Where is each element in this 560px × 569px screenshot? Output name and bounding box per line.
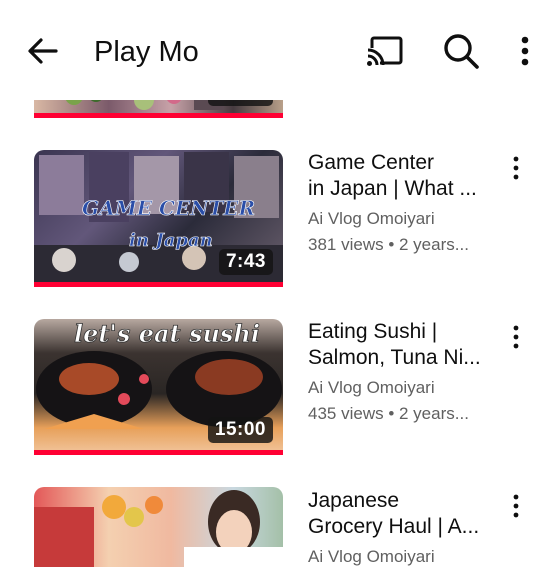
app-header: Play Mo: [0, 0, 560, 100]
video-meta: 435 views • 2 years...: [308, 404, 469, 423]
video-title-line: Japanese: [308, 489, 400, 512]
video-meta: 381 views • 2 years...: [308, 235, 469, 254]
video-title[interactable]: Game Center in Japan | What ...: [308, 150, 488, 202]
video-more-icon[interactable]: [508, 493, 524, 519]
video-title-line: Game Center: [308, 151, 435, 174]
video-title-line: Grocery Haul | A...: [308, 515, 480, 538]
watch-progress-bar: [34, 113, 283, 118]
video-duration: 15:00: [207, 417, 273, 443]
search-icon[interactable]: [442, 32, 480, 70]
channel-name[interactable]: Ai Vlog Omoiyari: [308, 207, 483, 231]
video-title-line: Eating Sushi |: [308, 320, 438, 343]
watch-progress-bar: [34, 282, 283, 287]
arrow-left-icon[interactable]: [26, 34, 60, 68]
thumbnail-image: [34, 490, 283, 567]
video-title-line: Salmon, Tuna Ni...: [308, 346, 481, 369]
video-more-icon[interactable]: [508, 324, 524, 350]
cast-icon[interactable]: [366, 34, 404, 68]
video-thumbnail[interactable]: [34, 487, 283, 567]
watch-progress-bar: [34, 450, 283, 455]
video-thumbnail[interactable]: let's eat sushi 15:00: [34, 319, 283, 455]
more-vert-icon[interactable]: [516, 32, 534, 70]
video-more-icon[interactable]: [508, 155, 524, 181]
thumbnail-caption: GAME CENTER: [82, 196, 256, 221]
video-thumbnail[interactable]: GAME CENTER in Japan 7:43: [34, 150, 283, 287]
thumbnail-caption: let's eat sushi: [74, 319, 261, 348]
channel-name[interactable]: Ai Vlog Omoiyari: [308, 376, 483, 400]
thumbnail-caption: in Japan: [129, 230, 213, 252]
video-title[interactable]: Japanese Grocery Haul | A...: [308, 488, 488, 540]
page-title: Play Mo: [94, 36, 199, 68]
video-title-line: in Japan | What ...: [308, 177, 477, 200]
video-title[interactable]: Eating Sushi | Salmon, Tuna Ni...: [308, 319, 488, 371]
channel-name[interactable]: Ai Vlog Omoiyari: [308, 545, 483, 569]
video-duration: 7:43: [218, 249, 273, 275]
